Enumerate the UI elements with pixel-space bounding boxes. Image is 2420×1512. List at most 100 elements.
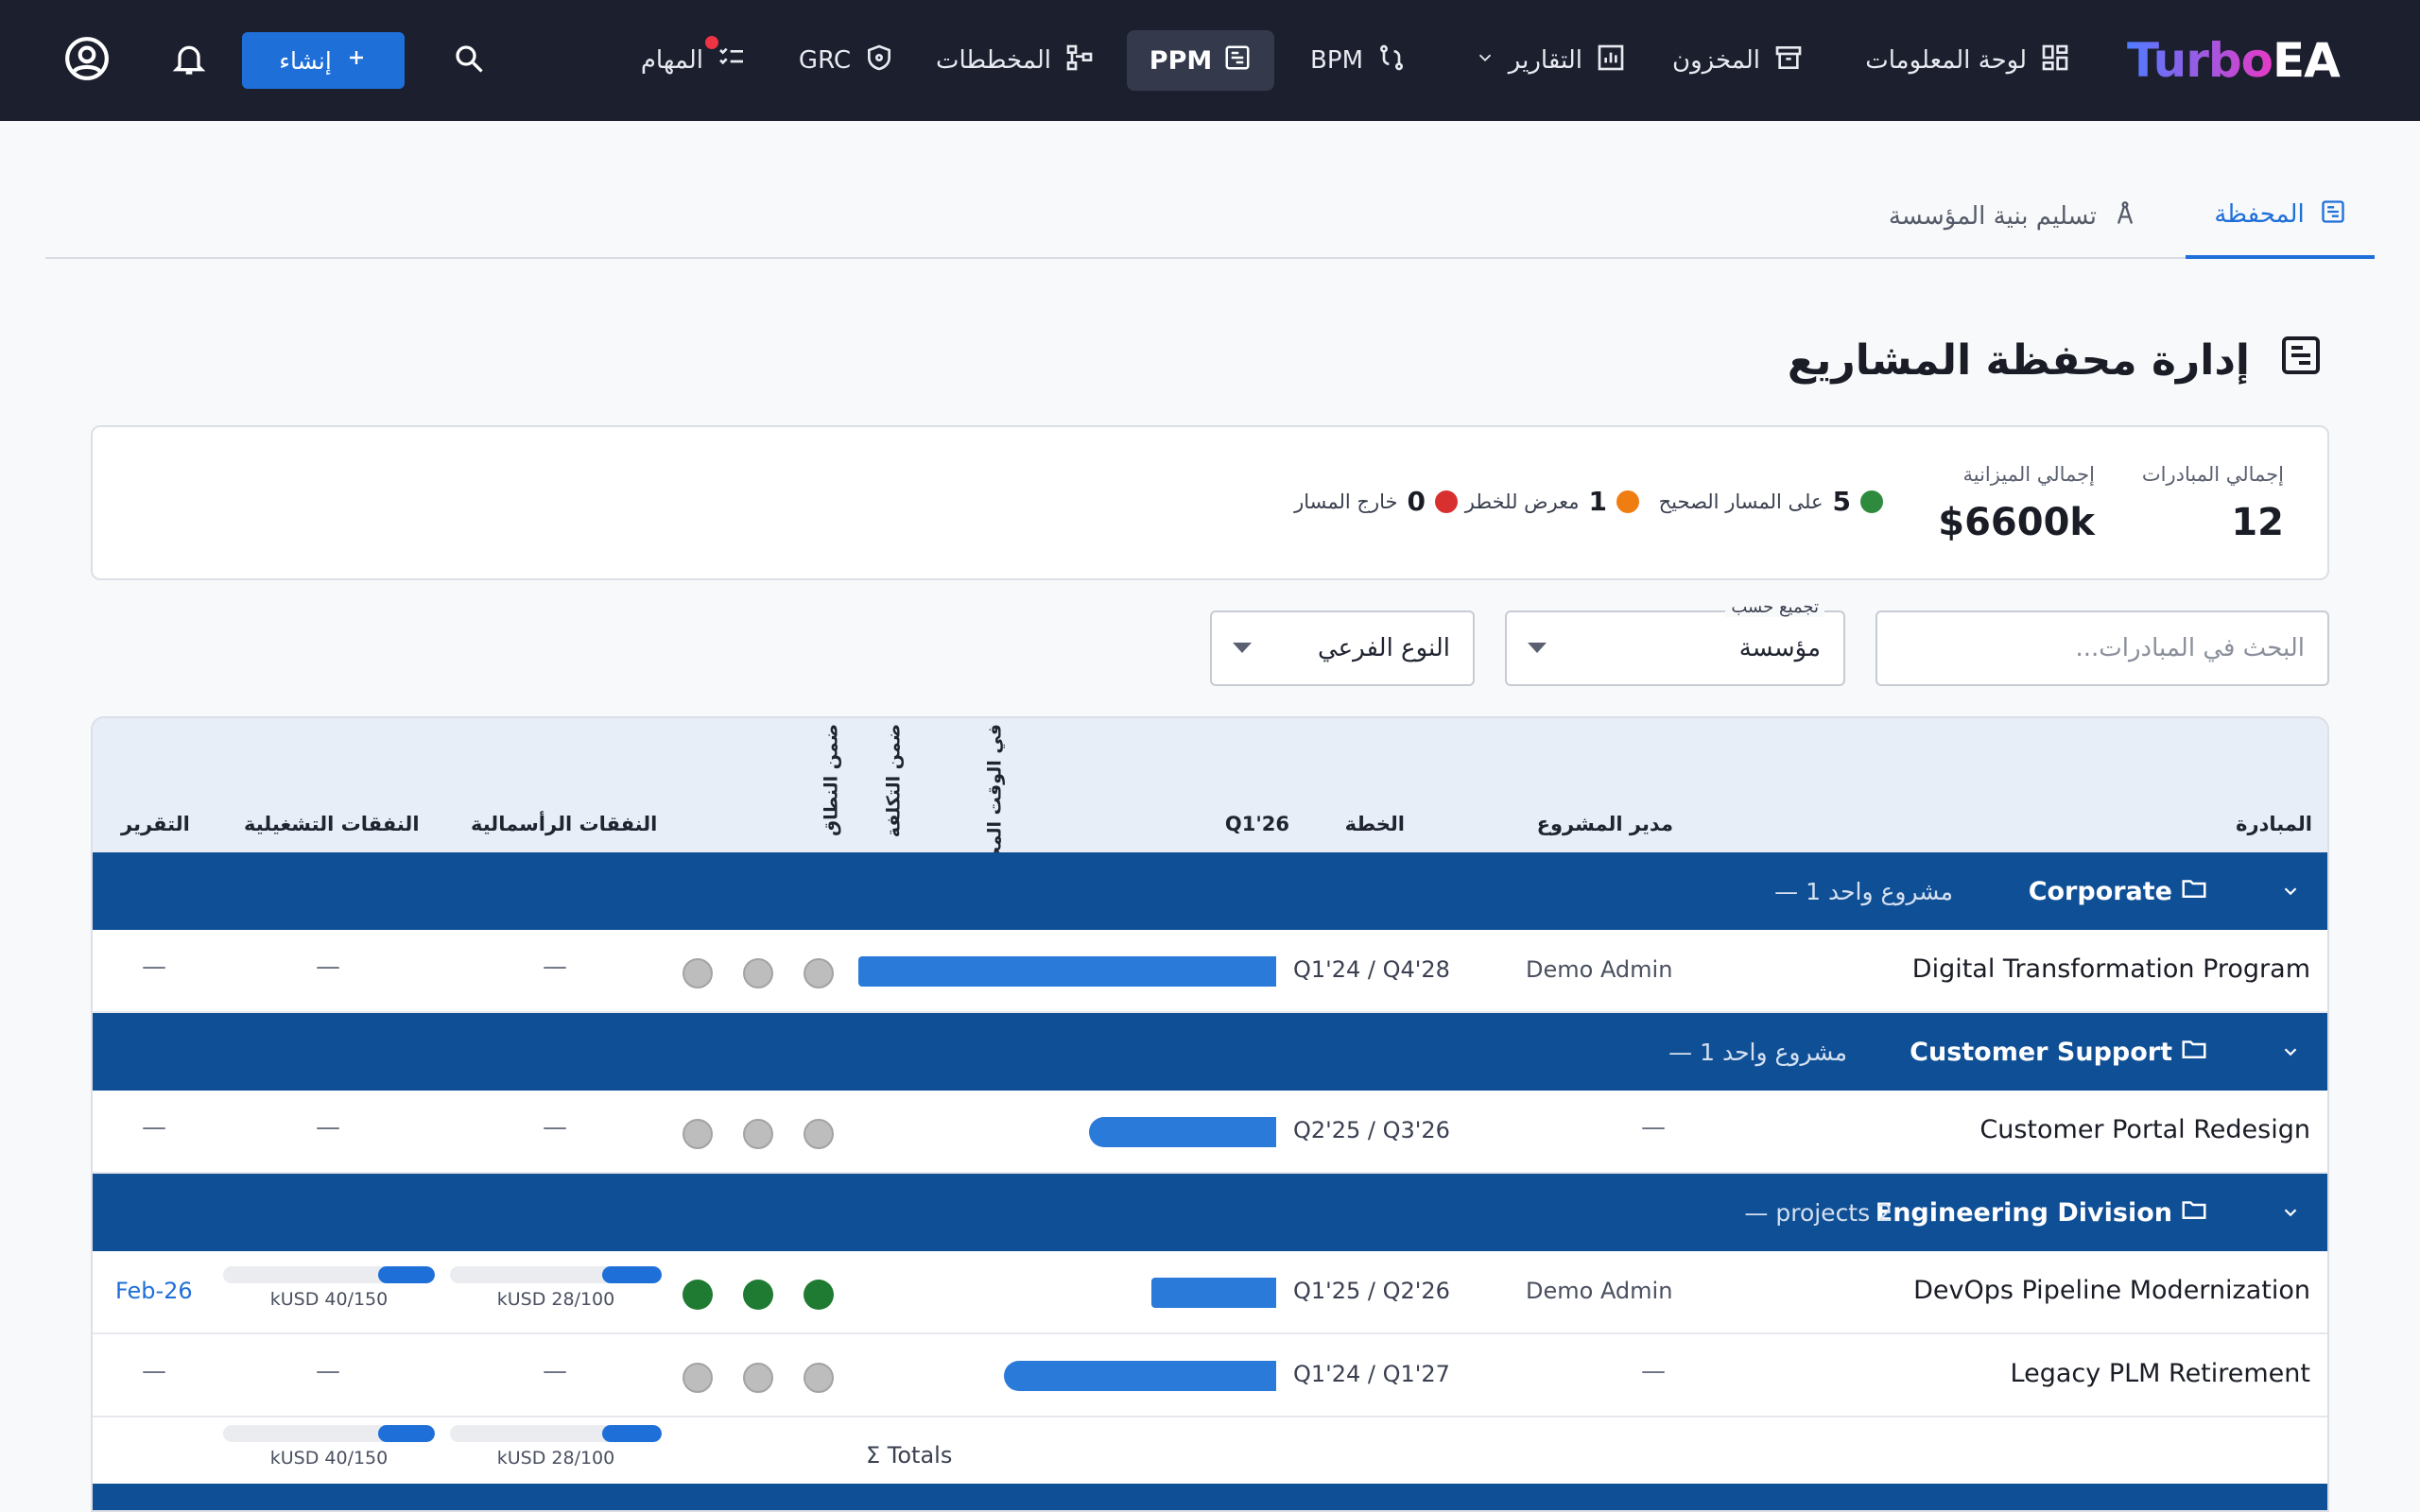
- group-name: Corporate: [2029, 874, 2208, 909]
- nav-bpm[interactable]: BPM: [1310, 0, 1407, 121]
- initiative-name[interactable]: Digital Transformation Program: [1912, 954, 2310, 984]
- group-count: projects 2 —: [1744, 1198, 1893, 1227]
- plan-range: Q1'24 / Q1'27: [1293, 1361, 1450, 1387]
- report-link[interactable]: Feb-26: [115, 1278, 193, 1304]
- table-row[interactable]: Digital Transformation Program Demo Admi…: [93, 930, 2327, 1013]
- compass-icon: [2112, 200, 2138, 233]
- off-track-dot: [1435, 490, 1458, 513]
- folder-icon: [2180, 874, 2208, 909]
- table-row[interactable]: Customer Portal Redesign — Q2'25 / Q3'26…: [93, 1091, 2327, 1174]
- bell-icon: [170, 40, 208, 81]
- on-track-label: على المسار الصحيح: [1658, 490, 1824, 513]
- report-value: —: [142, 953, 166, 981]
- plan-range: Q1'24 / Q4'28: [1293, 956, 1450, 983]
- dropdown-caret-icon: [1233, 643, 1252, 653]
- chevron-down-icon: [1475, 46, 1495, 75]
- group-by-value: مؤسسة: [1738, 634, 1821, 662]
- total-budget: إجمالي الميزانية $6600k: [1938, 463, 2095, 544]
- status-off-track: 0 خارج المسار: [1294, 486, 1458, 517]
- search-button[interactable]: [441, 32, 497, 89]
- budget-fill: [378, 1266, 435, 1283]
- off-track-count: 0: [1407, 486, 1426, 517]
- folder-icon: [2180, 1035, 2208, 1070]
- subtype-select[interactable]: النوع الفرعي: [1210, 610, 1475, 686]
- nav-ppm[interactable]: PPM: [1127, 30, 1274, 91]
- group-header-customer-support[interactable]: Customer Support مشروع واحد 1 —: [93, 1013, 2327, 1091]
- tasks-icon: [717, 43, 747, 79]
- initiatives-table: المبادرة مدير المشروع الخطة Q1'26 في الو…: [91, 716, 2329, 1512]
- col-on-scope-label: ضمن النطاق: [821, 724, 842, 836]
- timeline-bar[interactable]: [1089, 1117, 1276, 1147]
- on-cost-status: [743, 1363, 773, 1393]
- on-time-status: [804, 958, 834, 988]
- on-track-dot: [1860, 490, 1883, 513]
- on-scope-status: [683, 1363, 713, 1393]
- opex-budget-bar: kUSD 40/150: [223, 1266, 435, 1314]
- group-name-text: Customer Support: [1910, 1037, 2172, 1067]
- project-manager: Demo Admin: [1526, 1278, 1673, 1304]
- report-chart-icon: [1596, 43, 1626, 79]
- create-button[interactable]: إنشاء: [242, 32, 405, 89]
- nav-ppm-label: PPM: [1149, 45, 1213, 76]
- timeline-bar[interactable]: [858, 956, 1276, 987]
- totals-label: Σ Totals: [866, 1442, 953, 1469]
- nav-tasks[interactable]: المهام: [641, 0, 747, 121]
- timeline-bar[interactable]: [1004, 1361, 1276, 1391]
- opex-value: —: [316, 953, 340, 981]
- on-scope-status: [683, 958, 713, 988]
- report-value: —: [142, 1113, 166, 1142]
- nav-dashboard-label: لوحة المعلومات: [1865, 46, 2027, 75]
- capex-value: kUSD 28/100: [496, 1289, 615, 1310]
- total-budget-value: $6600k: [1938, 501, 2095, 544]
- capex-total-bar: kUSD 28/100: [450, 1425, 662, 1472]
- chevron-down-icon[interactable]: [2280, 881, 2301, 902]
- tab-portfolio[interactable]: المحفظة: [2186, 174, 2375, 259]
- initiative-name[interactable]: Customer Portal Redesign: [1979, 1115, 2310, 1144]
- group-by-select[interactable]: تجميع حسب مؤسسة: [1505, 597, 1845, 686]
- nav-reports-label: التقارير: [1508, 46, 1582, 75]
- initiative-name[interactable]: DevOps Pipeline Modernization: [1913, 1276, 2310, 1305]
- top-navigation-bar: Turbo EA لوحة المعلومات المخزون التقارير …: [0, 0, 2420, 121]
- nav-tasks-label: المهام: [640, 46, 703, 75]
- notifications-button[interactable]: [161, 32, 217, 89]
- opex-total-value: kUSD 40/150: [269, 1448, 389, 1469]
- nav-grc-label: GRC: [798, 46, 851, 75]
- on-time-status: [804, 1363, 834, 1393]
- timeline-bar[interactable]: [1151, 1278, 1276, 1308]
- plus-icon: [345, 46, 368, 75]
- col-quarter: Q1'26: [1224, 813, 1289, 835]
- opex-value: —: [316, 1113, 340, 1142]
- nav-diagrams[interactable]: المخططات: [936, 0, 1095, 121]
- portfolio-title-icon: [2278, 333, 2324, 388]
- on-cost-status: [743, 1119, 773, 1149]
- table-row[interactable]: Legacy PLM Retirement — Q1'24 / Q1'27 — …: [93, 1334, 2327, 1418]
- table-row[interactable]: DevOps Pipeline Modernization Demo Admin…: [93, 1251, 2327, 1334]
- nav-reports[interactable]: التقارير: [1475, 0, 1626, 121]
- page-tabs: المحفظة تسليم بنية المؤسسة: [45, 174, 2375, 259]
- opex-total-bar: kUSD 40/150: [223, 1425, 435, 1472]
- nav-grc[interactable]: GRC: [799, 0, 894, 121]
- page-title: إدارة محفظة المشاريع: [1788, 333, 2324, 388]
- shield-icon: [864, 43, 894, 79]
- plan-range: Q1'25 / Q2'26: [1293, 1278, 1450, 1304]
- chevron-down-icon[interactable]: [2280, 1202, 2301, 1223]
- opex-value: —: [316, 1357, 340, 1385]
- nav-inventory[interactable]: المخزون: [1672, 0, 1804, 121]
- initiative-search-input[interactable]: البحث في المبادرات...: [1876, 610, 2329, 686]
- group-header-next[interactable]: [93, 1484, 2327, 1510]
- user-avatar-icon: [63, 35, 111, 86]
- total-initiatives-label: إجمالي المبادرات: [2141, 463, 2284, 486]
- turbo-ea-logo[interactable]: Turbo EA: [2127, 28, 2382, 93]
- initiative-name[interactable]: Legacy PLM Retirement: [2011, 1359, 2310, 1388]
- group-header-engineering-division[interactable]: Engineering Division projects 2 —: [93, 1174, 2327, 1251]
- chevron-down-icon[interactable]: [2280, 1041, 2301, 1062]
- project-manager: —: [1641, 1357, 1666, 1385]
- group-header-corporate[interactable]: Corporate مشروع واحد 1 —: [93, 852, 2327, 930]
- nav-dashboard[interactable]: لوحة المعلومات: [1865, 0, 2070, 121]
- budget-track: [223, 1425, 435, 1442]
- tab-ea-delivery[interactable]: تسليم بنية المؤسسة: [1889, 174, 2138, 259]
- portfolio-summary-card: إجمالي المبادرات 12 إجمالي الميزانية $66…: [91, 425, 2329, 580]
- dashboard-icon: [2040, 43, 2070, 79]
- user-account-button[interactable]: [59, 32, 115, 89]
- col-plan: الخطة: [1344, 813, 1405, 835]
